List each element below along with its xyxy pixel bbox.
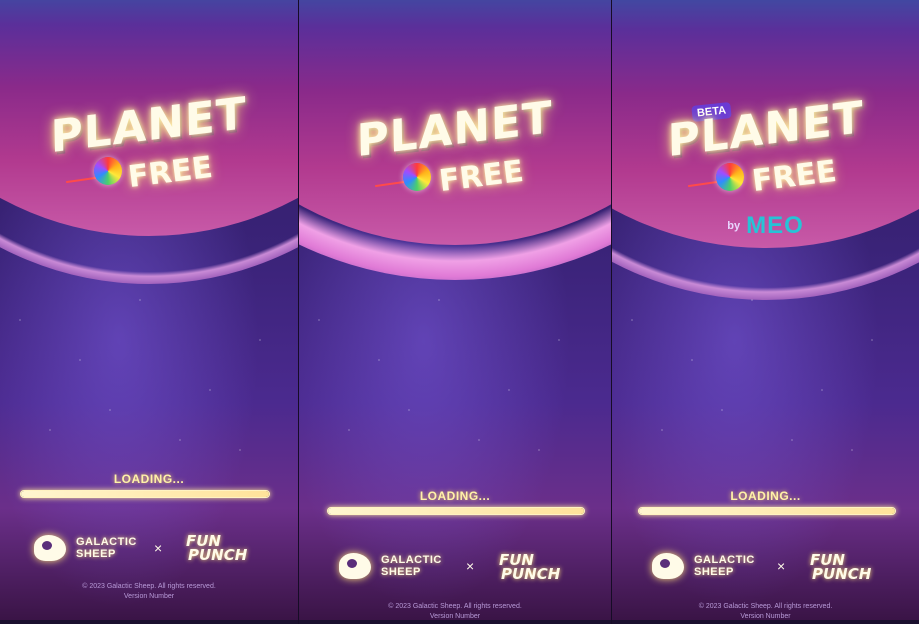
fun-punch-logo: FUN PUNCH bbox=[810, 553, 872, 583]
loading-bar-fill bbox=[328, 508, 584, 514]
loading-screen-2: PLANET FREE LOADING... GALACTIC SHEEP × … bbox=[299, 0, 611, 620]
loading-bar-fill bbox=[639, 508, 895, 514]
planet-ball-icon bbox=[403, 163, 431, 191]
galactic-sheep-word-1: GALACTIC bbox=[694, 554, 755, 566]
separator: × bbox=[466, 558, 475, 574]
fun-punch-word-2: PUNCH bbox=[501, 565, 561, 583]
logo-word-free: FREE bbox=[126, 149, 215, 196]
loading-bar bbox=[327, 507, 585, 515]
brand-logos: GALACTIC SHEEP × FUN PUNCH bbox=[299, 549, 611, 585]
copyright-text: © 2023 Galactic Sheep. All rights reserv… bbox=[388, 603, 522, 610]
galactic-sheep-word-2: SHEEP bbox=[381, 566, 421, 578]
sheep-icon bbox=[339, 553, 371, 579]
galactic-sheep-logo: GALACTIC SHEEP bbox=[339, 549, 449, 583]
loading-label: LOADING... bbox=[730, 489, 801, 503]
version-text: Version Number bbox=[123, 593, 175, 600]
logo-word-free: FREE bbox=[437, 153, 526, 200]
galactic-sheep-logo: GALACTIC SHEEP bbox=[652, 549, 762, 583]
fun-punch-logo: FUN PUNCH bbox=[499, 553, 561, 583]
footer: © 2023 Galactic Sheep. All rights reserv… bbox=[612, 602, 919, 620]
galactic-sheep-word-2: SHEEP bbox=[76, 548, 116, 560]
loading-bar bbox=[20, 490, 270, 498]
game-logo: PLANET FREE bbox=[299, 92, 611, 203]
logo-streak bbox=[375, 180, 405, 188]
galactic-sheep-word-2: SHEEP bbox=[694, 566, 734, 578]
brand-logos: GALACTIC SHEEP × FUN PUNCH bbox=[0, 531, 298, 567]
loading-bar-fill bbox=[21, 491, 269, 497]
loading-screen-3: BETA PLANET FREE by MEO LOADING... GALACT… bbox=[612, 0, 919, 620]
brand-logos: GALACTIC SHEEP × FUN PUNCH bbox=[612, 549, 919, 585]
sheep-icon bbox=[652, 553, 684, 579]
game-logo: PLANET FREE bbox=[0, 88, 298, 199]
footer: © 2023 Galactic Sheep. All rights reserv… bbox=[299, 602, 611, 620]
copyright-text: © 2023 Galactic Sheep. All rights reserv… bbox=[82, 583, 216, 590]
game-logo: PLANET FREE bbox=[612, 92, 919, 203]
loading-screen-1: PLANET FREE LOADING... GALACTIC SHEEP × … bbox=[0, 0, 298, 620]
planet-ball-icon bbox=[716, 163, 744, 191]
fun-punch-word-2: PUNCH bbox=[812, 565, 872, 583]
loading-label: LOADING... bbox=[113, 472, 185, 486]
footer: © 2023 Galactic Sheep. All rights reserv… bbox=[0, 582, 298, 602]
separator: × bbox=[777, 558, 786, 574]
galactic-sheep-word-1: GALACTIC bbox=[381, 554, 442, 566]
logo-streak bbox=[688, 180, 718, 188]
loading-bar bbox=[638, 507, 896, 515]
fun-punch-word-2: PUNCH bbox=[188, 546, 248, 564]
sponsor-name: MEO bbox=[746, 212, 804, 239]
fun-punch-logo: FUN PUNCH bbox=[186, 534, 248, 564]
planet-ball-icon bbox=[94, 157, 122, 185]
logo-streak bbox=[66, 176, 96, 184]
meo-sponsor-logo: by MEO bbox=[612, 212, 919, 240]
galactic-sheep-word-1: GALACTIC bbox=[76, 536, 137, 548]
separator: × bbox=[154, 540, 163, 556]
version-text: Version Number bbox=[740, 613, 791, 620]
copyright-text: © 2023 Galactic Sheep. All rights reserv… bbox=[698, 603, 833, 610]
version-text: Version Number bbox=[429, 613, 481, 620]
sheep-icon bbox=[34, 535, 66, 561]
sponsor-by: by bbox=[727, 220, 741, 232]
loading-label: LOADING... bbox=[419, 489, 491, 503]
logo-word-free: FREE bbox=[750, 153, 839, 200]
galactic-sheep-logo: GALACTIC SHEEP bbox=[34, 531, 144, 565]
